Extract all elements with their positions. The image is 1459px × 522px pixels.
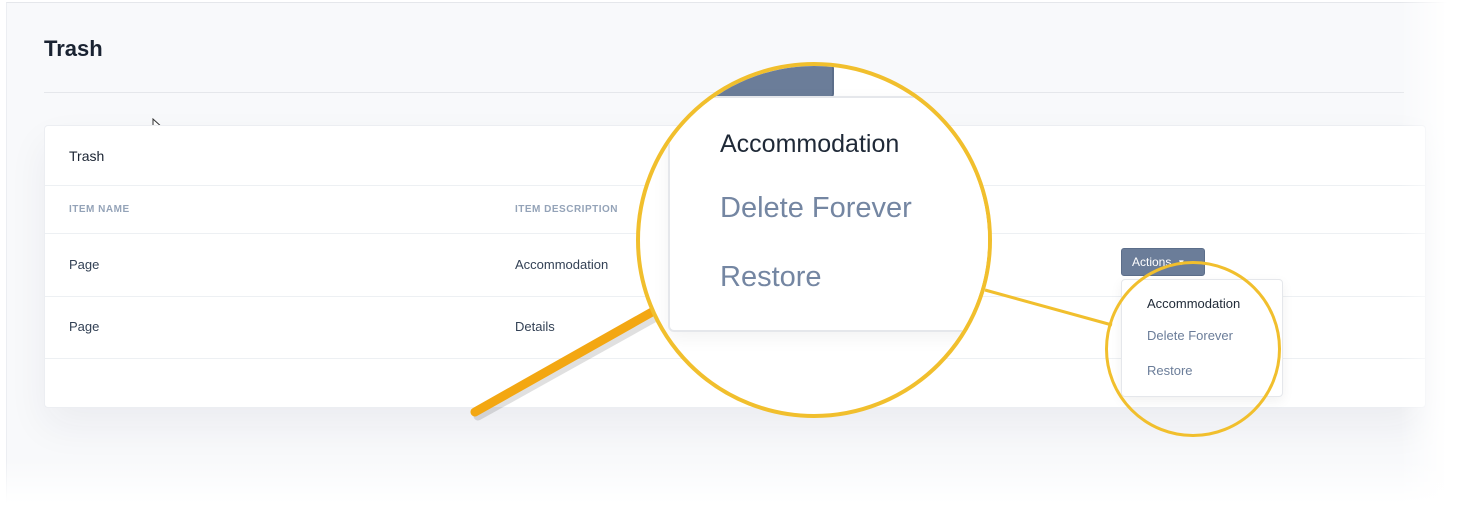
magnified-menu-item-delete-forever: Delete Forever [720,192,912,224]
magnified-dropdown-menu: Accommodation Delete Forever Restore [668,96,988,332]
item-name-cell: Page [69,319,100,334]
menu-item-accommodation[interactable]: Accommodation [1147,296,1240,311]
magnified-menu-item-accommodation: Accommodation [720,130,900,158]
caret-down-icon: ▼ [1177,257,1186,267]
page-title: Trash [44,36,103,61]
item-name-cell: Page [69,257,100,272]
magnified-dropdown-callout: Accommodation Delete Forever Restore [636,62,992,418]
menu-item-delete-forever[interactable]: Delete Forever [1147,328,1233,343]
magnified-menu-item-restore: Restore [720,261,822,293]
item-description-cell: Details [515,319,555,334]
item-description-cell: Accommodation [515,257,609,272]
menu-item-restore[interactable]: Restore [1147,363,1193,378]
column-header-item-name: ITEM NAME [69,204,130,215]
card-title: Trash [69,148,105,164]
actions-dropdown-menu: Accommodation Delete Forever Restore [1121,279,1283,397]
column-header-item-description: ITEM DESCRIPTION [515,204,619,215]
magnified-actions-button [700,66,834,98]
actions-button[interactable]: Actions ▼ [1121,248,1205,276]
actions-button-label: Actions [1132,255,1172,269]
